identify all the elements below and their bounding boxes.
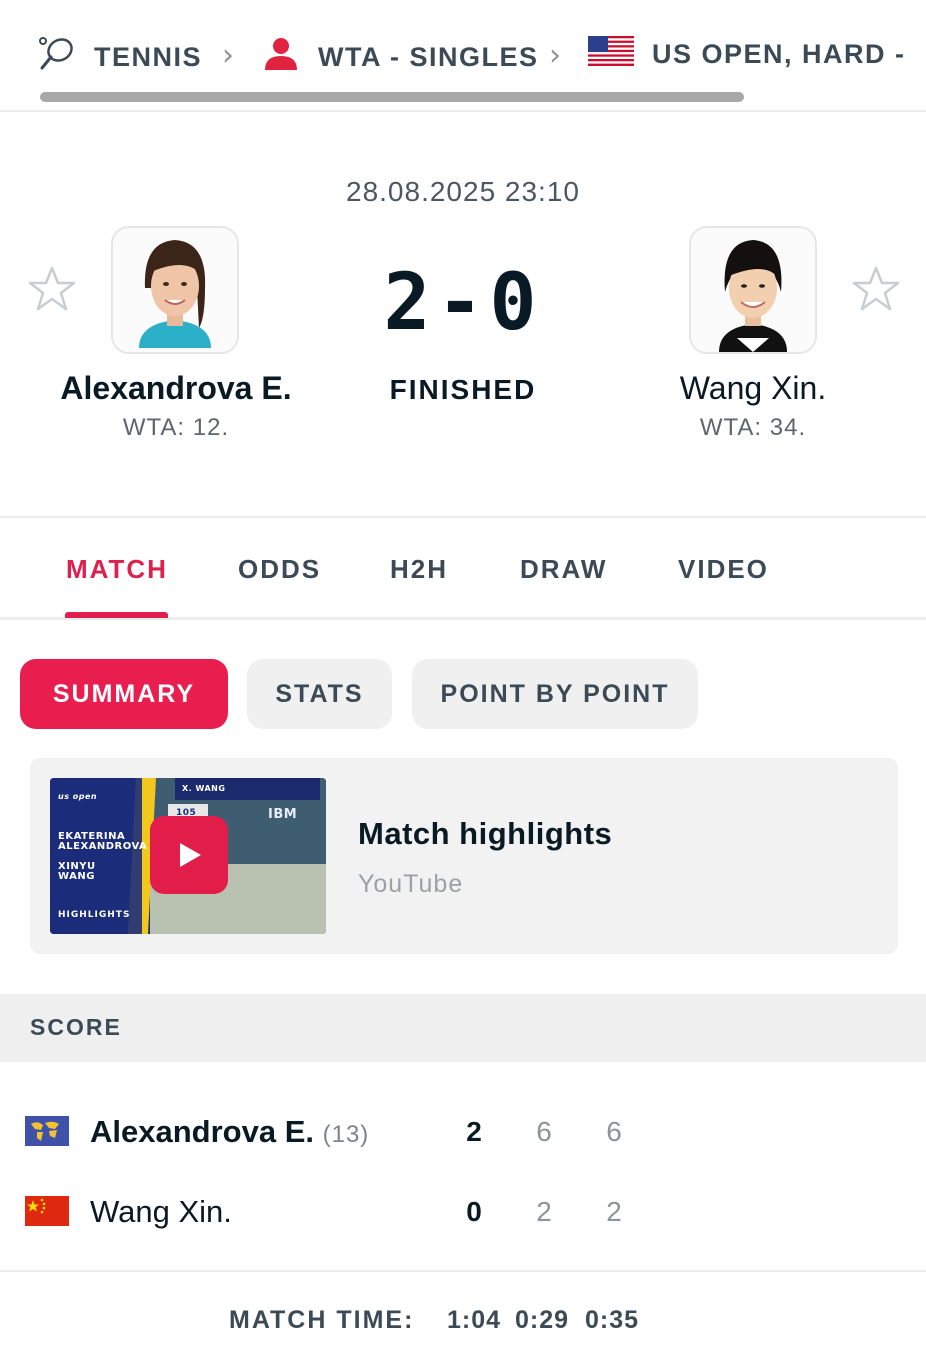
usa-flag-icon — [588, 36, 634, 73]
thumb-player1-last: ALEXANDROVA — [58, 841, 148, 852]
match-time-label: MATCH TIME: — [229, 1306, 415, 1334]
away-player-score-name: Wang Xin. — [90, 1194, 232, 1229]
score-section-header: SCORE — [0, 994, 926, 1062]
home-player-seed: (13) — [322, 1121, 370, 1148]
highlights-source: YouTube — [358, 870, 464, 898]
match-score: 2-0 — [0, 258, 926, 348]
subtab-summary[interactable]: SUMMARY — [20, 659, 228, 729]
breadcrumb-tournament[interactable]: US OPEN, HARD - — [588, 36, 906, 73]
tab-draw[interactable]: DRAW — [520, 554, 607, 585]
home-set1-games: 6 — [536, 1116, 552, 1147]
away-player-rank: WTA: 34. — [699, 414, 807, 441]
score-header-label: SCORE — [30, 1014, 122, 1040]
home-sets-won: 2 — [466, 1116, 482, 1147]
home-player-rank: WTA: 12. — [122, 414, 230, 441]
tennis-racket-icon — [38, 36, 76, 79]
thumb-sponsor: IBM — [268, 807, 298, 822]
match-time-total: 1:04 — [447, 1306, 502, 1334]
score-row-player-name: Alexandrova E. (13) — [90, 1114, 369, 1150]
highlights-title[interactable]: Match highlights — [358, 816, 612, 852]
match-datetime: 28.08.2025 23:10 — [346, 176, 580, 207]
thumb-scoreboard-name: X. WANG — [182, 784, 226, 793]
away-set2-games: 2 — [606, 1196, 622, 1227]
play-icon[interactable] — [150, 816, 228, 894]
chevron-right-icon: › — [549, 38, 561, 73]
breadcrumb-tournament-label: US OPEN, HARD - — [652, 39, 906, 69]
home-player-score-name: Alexandrova E. — [90, 1114, 314, 1149]
person-icon — [262, 36, 300, 79]
thumb-player2-last: WANG — [58, 871, 95, 882]
subtab-point-by-point[interactable]: POINT BY POINT — [412, 659, 698, 729]
score-separator: - — [436, 258, 490, 348]
away-sets-won: 0 — [466, 1196, 482, 1227]
breadcrumb-category-label: WTA - SINGLES — [318, 42, 539, 72]
chevron-right-icon: › — [222, 38, 234, 73]
match-time-set1: 0:29 — [515, 1306, 570, 1334]
tab-match[interactable]: MATCH — [66, 554, 168, 585]
active-tab-indicator — [65, 612, 168, 618]
breadcrumb: TENNIS › WTA - SINGLES › US OPEN, HARD - — [0, 0, 926, 112]
score-row-home[interactable]: Alexandrova E. (13) 2 6 6 — [0, 1102, 926, 1162]
thumb-brand: us open — [58, 792, 98, 801]
tab-video[interactable]: VIDEO — [678, 554, 769, 585]
score-row-away[interactable]: Wang Xin. 0 2 2 — [0, 1180, 926, 1240]
home-score: 2 — [383, 258, 437, 348]
home-player-name[interactable]: Alexandrova E. — [11, 370, 341, 407]
china-flag-icon — [25, 1196, 69, 1226]
tab-h2h[interactable]: H2H — [390, 554, 448, 585]
away-set1-games: 2 — [536, 1196, 552, 1227]
home-set2-games: 6 — [606, 1116, 622, 1147]
away-score: 0 — [489, 258, 543, 348]
away-player-name[interactable]: Wang Xin. — [588, 370, 918, 407]
highlights-card[interactable]: us open EKATERINA ALEXANDROVA XINYU WANG… — [30, 758, 898, 954]
breadcrumb-sport[interactable]: TENNIS — [38, 36, 202, 79]
tab-odds[interactable]: ODDS — [238, 554, 321, 585]
world-flag-icon — [25, 1116, 69, 1146]
subtab-stats[interactable]: STATS — [247, 659, 392, 729]
horizontal-scrollbar[interactable] — [40, 92, 744, 102]
video-thumbnail[interactable]: us open EKATERINA ALEXANDROVA XINYU WANG… — [50, 778, 326, 934]
main-tabs: MATCH ODDS H2H DRAW VIDEO — [0, 516, 926, 620]
match-time-set2: 0:35 — [585, 1306, 640, 1334]
breadcrumb-category[interactable]: WTA - SINGLES — [262, 36, 538, 79]
breadcrumb-sport-label: TENNIS — [94, 42, 203, 72]
section-divider — [0, 1270, 926, 1272]
score-row-player-name: Wang Xin. — [90, 1194, 232, 1230]
thumb-tag: HIGHLIGHTS — [58, 910, 131, 920]
